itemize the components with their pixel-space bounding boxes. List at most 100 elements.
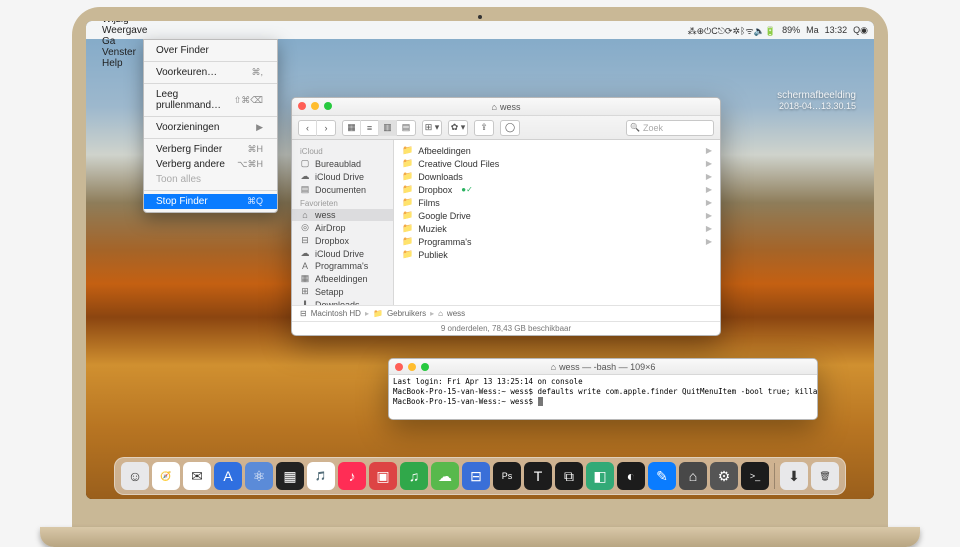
dock-appstore-icon[interactable]: A (214, 462, 242, 490)
sidebar-item[interactable]: ☁iCloud Drive (292, 247, 393, 260)
traffic-lights[interactable] (395, 363, 429, 371)
sidebar-item-label: iCloud Drive (315, 249, 364, 259)
sidebar-item[interactable]: ⊞ Setapp (292, 285, 393, 298)
sidebar-item-label: wess (315, 210, 336, 220)
tags-button[interactable]: ◯ (500, 120, 520, 136)
menu-item[interactable]: Verberg andere⌥⌘H (144, 157, 277, 172)
menu-item: Toon alles (144, 172, 277, 187)
status-icon[interactable]: ⊕ (697, 26, 705, 37)
dock-itunes-icon[interactable]: 🎵 (307, 462, 335, 490)
column-view-button[interactable]: ▥ (379, 120, 397, 136)
dock-spotify-icon[interactable]: ♫ (400, 462, 428, 490)
finder-toolbar: ‹ › ▦ ≡ ▥ ▤ ⊞ ▾ ✿ ▾ ⇪ ◯ Zoek (292, 116, 720, 140)
status-icon[interactable]: 🔈 (754, 26, 765, 37)
path-bar[interactable]: ⊟Macintosh HD▸📁Gebruikers▸⌂wess (292, 305, 720, 321)
finder-window: ⌂ wess ‹ › ▦ ≡ ▥ ▤ ⊞ ▾ ✿ ▾ ⇪ ◯ Zoek (291, 97, 721, 336)
dock-app2-icon[interactable]: ▣ (369, 462, 397, 490)
dock-evernote-icon[interactable]: ☁ (431, 462, 459, 490)
status-icon[interactable]: ⎋ (718, 26, 725, 37)
minimize-icon[interactable] (408, 363, 416, 371)
terminal-titlebar[interactable]: ⌂ wess — -bash — 109×6 (389, 359, 817, 375)
sidebar-item[interactable]: ⊟Dropbox (292, 234, 393, 247)
list-view-button[interactable]: ≡ (361, 120, 379, 136)
dock-app5-icon[interactable]: ◧ (586, 462, 614, 490)
sidebar-item[interactable]: ▢Bureaublad (292, 157, 393, 170)
menu-item[interactable]: Voorkeuren…⌘, (144, 65, 277, 80)
dock-atom-icon[interactable]: ⚛ (245, 462, 273, 490)
file-row[interactable]: 📁Downloads▶ (394, 170, 720, 183)
dock-app4-icon[interactable]: ⧉ (555, 462, 583, 490)
close-icon[interactable] (298, 102, 306, 110)
status-icon[interactable]: ᯤ (745, 24, 753, 37)
status-icon[interactable]: ⁂ (688, 26, 697, 37)
file-row[interactable]: 📁Muziek▶ (394, 222, 720, 235)
dock-app7-icon[interactable]: ✎ (648, 462, 676, 490)
menu-weergave[interactable]: Weergave (96, 25, 153, 36)
zoom-icon[interactable] (421, 363, 429, 371)
back-button[interactable]: ‹ (299, 120, 317, 136)
close-icon[interactable] (395, 363, 403, 371)
zoom-icon[interactable] (324, 102, 332, 110)
menu-item[interactable]: Voorzieningen▶ (144, 120, 277, 135)
dock-photoshop-icon[interactable]: Ps (493, 462, 521, 490)
path-segment[interactable]: wess (447, 309, 465, 318)
menu-item[interactable]: Over Finder (144, 43, 277, 58)
dock-app3-icon[interactable]: T (524, 462, 552, 490)
sidebar-heading: iCloud (292, 144, 393, 157)
search-input[interactable]: Zoek (626, 120, 714, 136)
file-row[interactable]: 📁Creative Cloud Files▶ (394, 157, 720, 170)
dock-music-icon[interactable]: ♪ (338, 462, 366, 490)
file-row[interactable]: 📁Dropbox●✓▶ (394, 183, 720, 196)
dock-app1-icon[interactable]: ▦ (276, 462, 304, 490)
dock-app6-icon[interactable]: ◐ (617, 462, 645, 490)
dock-adobe1-icon[interactable]: ⊟ (462, 462, 490, 490)
setapp-icon: ⊞ (300, 286, 310, 297)
sidebar-item[interactable]: AProgramma's (292, 260, 393, 272)
sidebar-item[interactable]: ▤Documenten (292, 183, 393, 196)
menu-item-label: Verberg Finder (156, 144, 222, 155)
status-icon[interactable]: ⟳ (725, 26, 733, 37)
sidebar-item[interactable]: ▦Afbeeldingen (292, 272, 393, 285)
dock-mail-icon[interactable]: ✉ (183, 462, 211, 490)
status-icon[interactable]: ⏻ (704, 26, 711, 37)
sidebar-item[interactable]: ☁iCloud Drive (292, 170, 393, 183)
path-segment[interactable]: Macintosh HD (311, 309, 361, 318)
dock-terminal-icon[interactable]: >_ (741, 462, 769, 490)
status-icon[interactable]: Q (853, 25, 860, 35)
status-icon[interactable]: ✲ (732, 26, 740, 37)
traffic-lights[interactable] (298, 102, 332, 110)
status-icon[interactable]: 🔋 (765, 26, 776, 37)
sidebar-item[interactable]: ◎AirDrop (292, 221, 393, 234)
actions-button[interactable]: ✿ ▾ (448, 120, 468, 136)
arrange-button[interactable]: ⊞ ▾ (422, 120, 442, 136)
sidebar-item-label: Setapp (315, 287, 344, 297)
file-row[interactable]: 📁Publiek (394, 248, 720, 261)
forward-button[interactable]: › (317, 120, 335, 136)
minimize-icon[interactable] (311, 102, 319, 110)
chevron-right-icon: ▶ (706, 211, 712, 220)
menu-item[interactable]: Stop Finder⌘Q (144, 194, 277, 209)
dock-app8-icon[interactable]: ⌂ (679, 462, 707, 490)
finder-menu-dropdown: Over Finder Voorkeuren…⌘, Leeg prullenmand… (143, 39, 278, 213)
file-name: Google Drive (418, 211, 471, 221)
dock-finder-icon[interactable]: ☺ (121, 462, 149, 490)
path-segment[interactable]: Gebruikers (387, 309, 426, 318)
file-row[interactable]: 📁Google Drive▶ (394, 209, 720, 222)
dock-trash-icon[interactable]: 🗑 (811, 462, 839, 490)
dock-safari-icon[interactable]: 🧭 (152, 462, 180, 490)
finder-titlebar[interactable]: ⌂ wess (292, 98, 720, 116)
share-button[interactable]: ⇪ (474, 120, 494, 136)
terminal-body[interactable]: Last login: Fri Apr 13 13:25:14 on conso… (389, 375, 817, 419)
menu-item[interactable]: Leeg prullenmand…⇧⌘⌫ (144, 87, 277, 113)
file-row[interactable]: 📁Afbeeldingen▶ (394, 144, 720, 157)
status-icon[interactable]: ◉ (860, 25, 868, 36)
icon-view-button[interactable]: ▦ (343, 120, 361, 136)
dock-preferences-icon[interactable]: ⚙ (710, 462, 738, 490)
gallery-view-button[interactable]: ▤ (397, 120, 415, 136)
sidebar-item[interactable]: ⌂wess (292, 209, 393, 221)
dock-downloads-icon[interactable]: ⬇ (780, 462, 808, 490)
sidebar-item[interactable]: ⬇Downloads (292, 298, 393, 305)
menu-item[interactable]: Verberg Finder⌘H (144, 142, 277, 157)
file-row[interactable]: 📁Programma's▶ (394, 235, 720, 248)
file-row[interactable]: 📁Films▶ (394, 196, 720, 209)
